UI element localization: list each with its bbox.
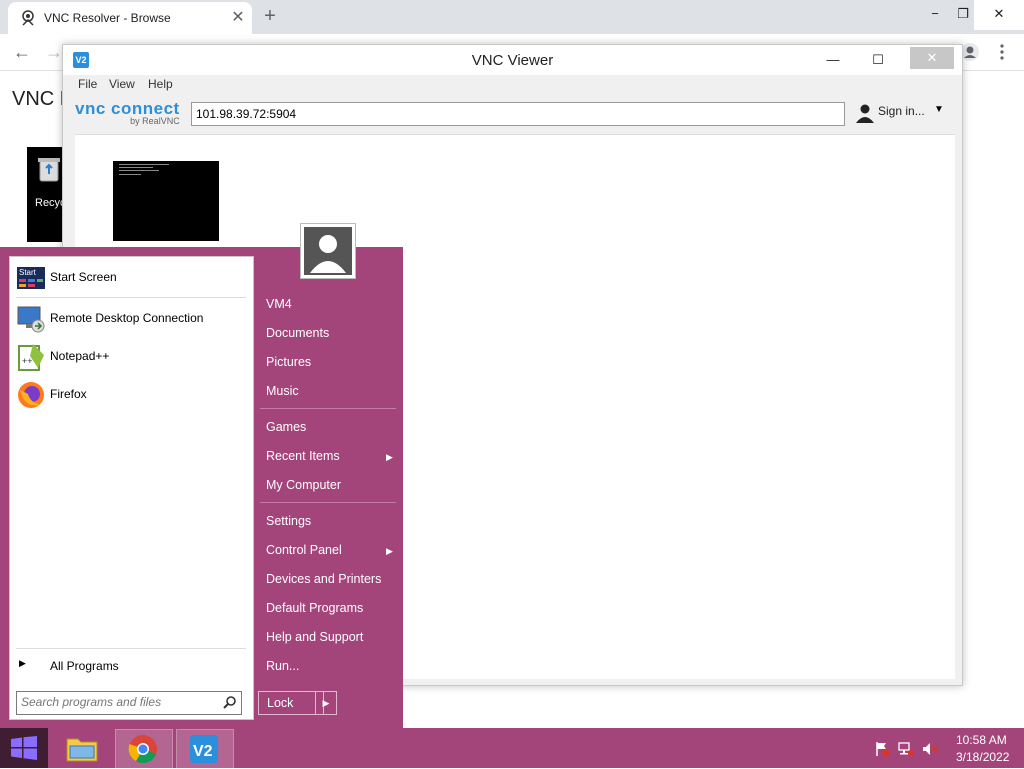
start-right-separator (260, 408, 396, 409)
windows-logo-icon (11, 736, 37, 760)
all-programs-button[interactable]: ▶ All Programs (10, 652, 253, 678)
start-right-item-run[interactable]: Run... (266, 659, 299, 673)
recycle-bin-label: Recyc (35, 197, 66, 209)
network-icon[interactable] (898, 741, 914, 757)
start-separator (16, 297, 246, 298)
taskbar-chrome[interactable] (115, 729, 173, 769)
recycle-bin-shortcut[interactable] (27, 147, 63, 242)
start-button[interactable] (0, 728, 48, 768)
lock-options-arrow-icon[interactable]: ▶ (315, 691, 337, 715)
user-avatar[interactable] (300, 223, 356, 279)
vnc-menu-help[interactable]: Help (148, 77, 173, 91)
recycle-bin-icon (38, 158, 60, 182)
start-item-start-screen[interactable]: Start Start Screen (10, 261, 253, 293)
start-right-item-documents[interactable]: Documents (266, 326, 329, 340)
vnc-menu-view[interactable]: View (109, 77, 135, 91)
start-right-item-control-panel[interactable]: Control Panel (266, 543, 342, 557)
start-item-label: Firefox (50, 387, 87, 401)
all-programs-arrow-icon: ▶ (19, 658, 26, 668)
sign-in-dropdown-icon[interactable]: ▼ (934, 104, 944, 115)
remote-desktop-icon (17, 306, 45, 333)
volume-muted-icon[interactable] (922, 741, 938, 757)
vnc-maximize-button[interactable]: ☐ (858, 49, 898, 71)
svg-text:V2: V2 (193, 743, 213, 760)
start-right-item-music[interactable]: Music (266, 384, 299, 398)
start-item-remote-desktop[interactable]: Remote Desktop Connection (10, 302, 253, 334)
vnc-close-button[interactable]: ✕ (910, 47, 954, 69)
vnc-connection-thumbnail[interactable] (113, 161, 219, 241)
taskbar-file-explorer[interactable] (54, 729, 110, 767)
start-search-box[interactable] (16, 691, 242, 715)
svg-text:++: ++ (22, 356, 33, 366)
svg-text:Start: Start (19, 268, 37, 277)
vnc-menu-bar (63, 75, 962, 95)
start-right-item-recent-items[interactable]: Recent Items (266, 449, 340, 463)
user-account-icon (856, 104, 874, 123)
vnc-address-input[interactable]: 101.98.39.72:5904 (191, 102, 845, 126)
submenu-arrow-icon: ▶ (386, 452, 393, 462)
start-menu: Start Start Screen Remote Desktop Connec… (0, 247, 403, 728)
start-right-item-pictures[interactable]: Pictures (266, 355, 311, 369)
clock-date[interactable]: 3/18/2022 (956, 750, 1009, 764)
start-item-label: Start Screen (50, 270, 117, 284)
browser-tab[interactable]: VNC Resolver - Browse ✕ (8, 2, 252, 34)
start-search-input[interactable] (17, 692, 215, 712)
start-right-separator (260, 502, 396, 503)
start-item-label: Notepad++ (50, 349, 110, 363)
browser-tab-title: VNC Resolver - Browse (44, 11, 171, 25)
notepad-plus-plus-icon: ++ (18, 344, 44, 371)
clock-time[interactable]: 10:58 AM (956, 733, 1007, 747)
vnc-menu-file[interactable]: File (78, 77, 97, 91)
browser-menu-icon[interactable] (996, 42, 1008, 62)
start-right-item-default-programs[interactable]: Default Programs (266, 601, 363, 615)
start-right-item-games[interactable]: Games (266, 420, 306, 434)
vnc-resolver-favicon-icon (22, 10, 34, 26)
taskbar-vnc-viewer[interactable]: V2 (176, 729, 234, 769)
chrome-icon (128, 735, 157, 763)
tab-close-icon[interactable]: ✕ (228, 8, 248, 28)
vnc-viewer-icon: V2 (190, 735, 218, 763)
start-right-item-vm4[interactable]: VM4 (266, 297, 292, 311)
browser-close-button[interactable]: ✕ (974, 0, 1024, 30)
action-center-flag-icon[interactable] (874, 741, 890, 757)
vnc-minimize-button[interactable]: — (813, 49, 853, 71)
start-right-item-settings[interactable]: Settings (266, 514, 311, 528)
new-tab-icon[interactable]: + (258, 4, 282, 28)
file-explorer-icon (66, 738, 98, 762)
start-separator (16, 648, 246, 649)
all-programs-label: All Programs (50, 659, 119, 673)
start-right-item-devices-printers[interactable]: Devices and Printers (266, 572, 381, 586)
start-item-firefox[interactable]: Firefox (10, 378, 253, 410)
start-right-item-my-computer[interactable]: My Computer (266, 478, 341, 492)
search-icon[interactable] (223, 695, 237, 709)
vnc-sign-in-button[interactable]: Sign in... (878, 104, 925, 118)
user-silhouette-icon (310, 235, 346, 273)
firefox-icon (18, 382, 44, 408)
vnc-connect-logo: vnc connect by RealVNC (75, 99, 180, 126)
profile-icon[interactable] (960, 42, 980, 62)
start-item-label: Remote Desktop Connection (50, 311, 204, 325)
submenu-arrow-icon: ▶ (386, 546, 393, 556)
start-right-item-help-support[interactable]: Help and Support (266, 630, 363, 644)
user-avatar-picture (304, 227, 352, 275)
start-item-notepad-plus-plus[interactable]: ++ Notepad++ (10, 340, 253, 372)
start-menu-programs-pane: Start Start Screen Remote Desktop Connec… (9, 256, 254, 720)
back-arrow-icon[interactable]: ← (10, 40, 34, 64)
start-screen-icon: Start (17, 267, 45, 289)
